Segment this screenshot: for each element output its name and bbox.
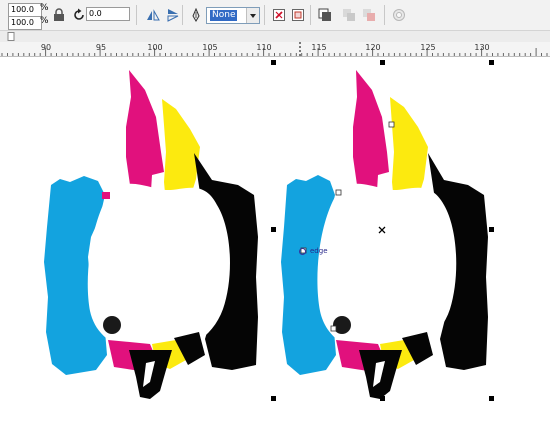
ruler-label: 95 — [95, 43, 107, 52]
edge-snap-label: edge — [310, 247, 328, 255]
scale-x-unit: % — [40, 3, 49, 13]
lock-ratio-icon[interactable] — [52, 8, 66, 22]
outline-width-dropdown[interactable]: None — [206, 7, 260, 24]
toolbar-separator — [182, 5, 183, 25]
ruler-label: 125 — [420, 43, 436, 52]
order-icon[interactable] — [318, 8, 332, 22]
ruler-label: 130 — [474, 43, 490, 52]
outline-width-value: None — [210, 10, 238, 21]
drawing-canvas[interactable]: edge — [0, 57, 550, 421]
original-artwork[interactable] — [44, 70, 258, 399]
ruler-label: 110 — [256, 43, 272, 52]
node-handle[interactable] — [388, 121, 395, 128]
break-apart-icon — [363, 9, 375, 21]
mirror-vertical-icon[interactable] — [166, 8, 180, 22]
node-tool-icon[interactable] — [272, 8, 286, 22]
dropdown-arrow-icon[interactable] — [246, 8, 259, 23]
toolbar-separator — [136, 5, 137, 25]
ruler-label: 105 — [202, 43, 218, 52]
combine-icon — [343, 9, 355, 21]
rotation-field[interactable]: 0.0 — [86, 7, 130, 21]
scale-y-unit: % — [40, 16, 49, 26]
horizontal-ruler[interactable]: 90 95 100 105 110 115 120 125 130 — [0, 42, 550, 57]
selected-artwork[interactable] — [281, 70, 488, 399]
node-handle[interactable] — [335, 189, 342, 196]
node-handle[interactable] — [330, 325, 337, 332]
scale-y-field[interactable]: 100.0 — [8, 16, 42, 30]
toolbar-separator — [384, 5, 385, 25]
rotate-icon — [74, 8, 84, 20]
ruler-label: 120 — [365, 43, 381, 52]
ruler-label: 115 — [311, 43, 327, 52]
magenta-speck — [102, 192, 110, 199]
toolbar-separator — [310, 5, 311, 25]
ruler-ticks — [1, 42, 548, 56]
ruler-label: 90 — [40, 43, 52, 52]
scale-x-field[interactable]: 100.0 — [8, 3, 42, 17]
eye-dot — [103, 316, 121, 334]
transform-icon[interactable] — [291, 8, 305, 22]
pen-outline-icon — [192, 8, 200, 22]
page-tab-icon[interactable] — [7, 32, 16, 41]
snap-node-icon — [299, 248, 306, 255]
mirror-horizontal-icon[interactable] — [146, 8, 160, 22]
weld-icon — [393, 9, 405, 21]
property-bar: 100.0 100.0 % % 0.0 None — [0, 0, 550, 31]
ruler-label: 100 — [147, 43, 163, 52]
toolbar-separator — [264, 5, 265, 25]
